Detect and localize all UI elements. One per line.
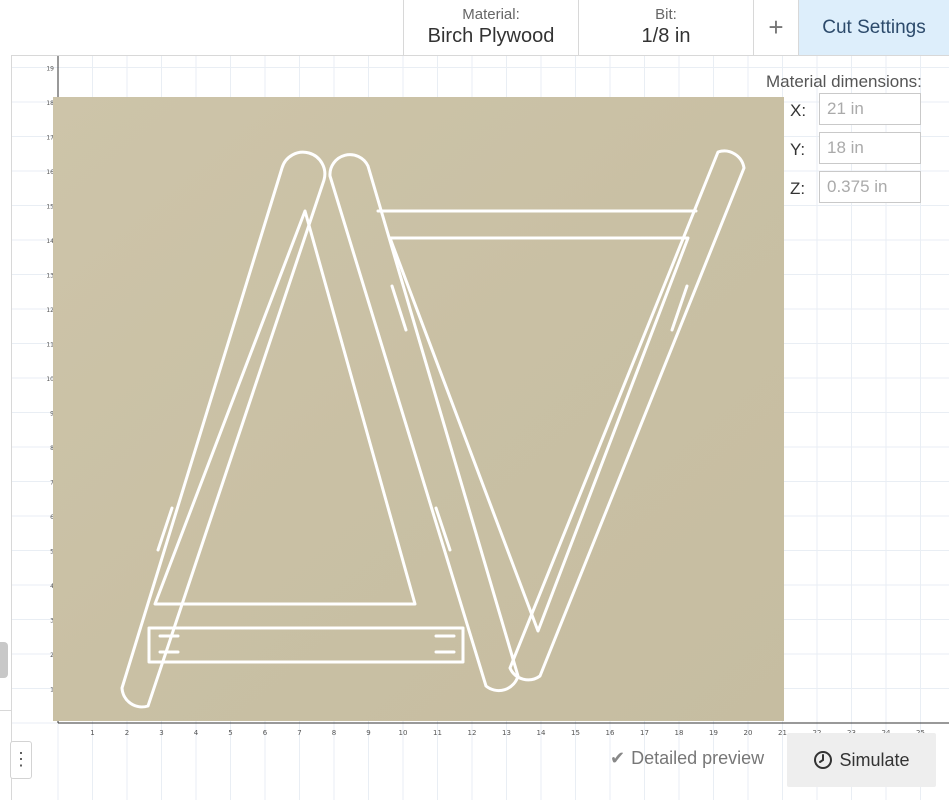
x-ruler-tick: 16 [606, 729, 615, 737]
x-ruler-tick: 3 [159, 729, 163, 737]
bit-value: 1/8 in [641, 25, 691, 47]
add-bit-button[interactable]: + [753, 0, 798, 55]
rail-divider [0, 710, 11, 711]
detailed-preview-label: Detailed preview [631, 748, 765, 768]
design-canvas[interactable]: 1234567891011121314151617181920212223242… [12, 56, 949, 800]
bit-label: Bit: [655, 6, 677, 23]
top-toolbar: Material: Birch Plywood Bit: 1/8 in + Cu… [0, 0, 949, 56]
cut-settings-label: Cut Settings [822, 17, 926, 38]
material-selector[interactable]: Material: Birch Plywood [403, 0, 578, 55]
material-dimensions-title: Material dimensions: [766, 72, 922, 91]
dimension-z-label: Z: [790, 179, 806, 198]
material-value: Birch Plywood [427, 25, 555, 47]
dimension-x-input[interactable]: 21 in [819, 93, 921, 125]
x-ruler-tick: 21 [778, 729, 787, 737]
x-ruler-tick: 15 [571, 729, 580, 737]
x-ruler-tick: 6 [263, 729, 268, 737]
x-ruler-tick: 12 [468, 729, 477, 737]
plus-icon: + [768, 12, 784, 42]
cut-settings-button[interactable]: Cut Settings [798, 0, 949, 55]
x-ruler-tick: 2 [125, 729, 129, 737]
x-ruler-tick: 13 [502, 729, 511, 737]
more-options-button[interactable]: ⋮ [10, 741, 32, 779]
check-icon: ✔ [610, 748, 626, 768]
left-panel-rail [0, 55, 12, 800]
x-ruler-tick: 11 [433, 729, 442, 737]
y-ruler-tick: 19 [46, 66, 54, 73]
dimension-z-input[interactable]: 0.375 in [819, 171, 921, 203]
x-ruler-tick: 17 [640, 729, 649, 737]
panel-resize-handle[interactable] [0, 642, 8, 678]
dimension-y-label: Y: [790, 140, 806, 159]
clock-icon [814, 751, 833, 769]
dimension-y-input[interactable]: 18 in [819, 132, 921, 164]
more-vertical-icon: ⋮ [12, 749, 30, 769]
x-ruler-tick: 4 [194, 729, 199, 737]
x-ruler-tick: 7 [297, 729, 301, 737]
x-ruler-tick: 9 [366, 729, 370, 737]
simulate-label: Simulate [839, 750, 910, 770]
x-ruler-tick: 10 [399, 729, 408, 737]
detailed-preview-toggle[interactable]: ✔ Detailed preview [610, 748, 764, 772]
x-ruler-tick: 1 [90, 729, 94, 737]
bit-selector[interactable]: Bit: 1/8 in [578, 0, 753, 55]
x-ruler-tick: 20 [744, 729, 753, 737]
material-label: Material: [462, 6, 520, 23]
x-ruler-tick: 5 [228, 729, 232, 737]
dimension-x-label: X: [790, 101, 807, 120]
x-ruler-tick: 14 [537, 729, 546, 737]
x-ruler-tick: 8 [332, 729, 336, 737]
simulate-button[interactable]: Simulate [787, 733, 936, 787]
x-ruler-tick: 18 [675, 729, 684, 737]
x-ruler-tick: 19 [709, 729, 718, 737]
